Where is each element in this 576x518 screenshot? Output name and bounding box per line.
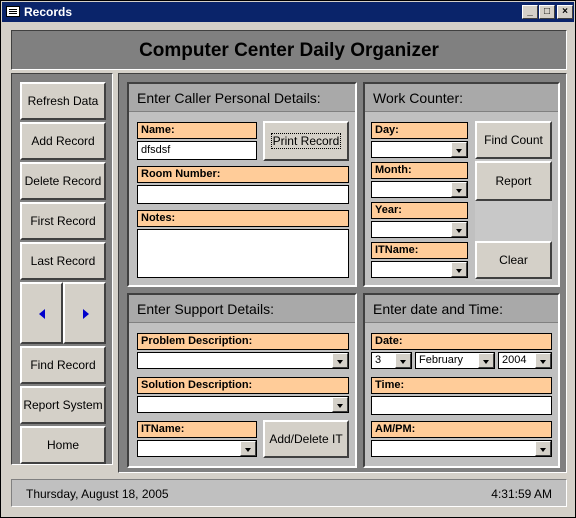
ampm-select[interactable] <box>371 440 552 457</box>
itname-select[interactable] <box>371 261 468 278</box>
name-label: Name: <box>137 122 257 139</box>
previous-record-button[interactable] <box>20 282 63 344</box>
delete-record-button[interactable]: Delete Record <box>20 162 106 200</box>
chevron-down-icon[interactable] <box>478 353 494 368</box>
chevron-down-icon[interactable] <box>395 353 411 368</box>
time-label: Time: <box>371 377 552 394</box>
status-date: Thursday, August 18, 2005 <box>26 487 169 501</box>
main-area: Enter Caller Personal Details: Name: dfs… <box>118 73 567 473</box>
support-itname-select[interactable] <box>137 440 257 457</box>
status-bar: Thursday, August 18, 2005 4:31:59 AM <box>11 479 567 507</box>
room-number-label: Room Number: <box>137 166 349 183</box>
problem-description-select[interactable] <box>137 352 349 369</box>
find-count-button[interactable]: Find Count <box>475 121 552 159</box>
support-itname-label: ITName: <box>137 421 257 438</box>
day-label: Day: <box>371 122 468 139</box>
chevron-down-icon[interactable] <box>332 397 348 412</box>
year-label: Year: <box>371 202 468 219</box>
work-counter-section: Work Counter: Day: Month: Year: ITName: … <box>363 82 560 287</box>
date-month-select[interactable]: February <box>415 352 495 369</box>
refresh-data-button[interactable]: Refresh Data <box>20 82 106 120</box>
date-day-value: 3 <box>375 354 382 366</box>
clear-button[interactable]: Clear <box>475 241 552 279</box>
support-details-heading: Enter Support Details: <box>129 295 355 323</box>
solution-description-label: Solution Description: <box>137 377 349 394</box>
status-time: 4:31:59 AM <box>491 487 552 501</box>
chevron-down-icon[interactable] <box>451 142 467 157</box>
home-button[interactable]: Home <box>20 426 106 464</box>
date-month-value: February <box>419 354 464 366</box>
navigation-panel: Refresh Data Add Record Delete Record Fi… <box>11 73 113 465</box>
print-record-button[interactable]: Print Record <box>263 121 349 161</box>
solution-description-select[interactable] <box>137 396 349 413</box>
form-icon <box>6 6 20 17</box>
minimize-button[interactable]: _ <box>522 5 538 19</box>
day-select[interactable] <box>371 141 468 158</box>
support-details-section: Enter Support Details: Problem Descripti… <box>127 293 357 468</box>
title-bar[interactable]: Records _ □ × <box>2 2 574 22</box>
chevron-down-icon[interactable] <box>451 262 467 277</box>
itname-label: ITName: <box>371 242 468 259</box>
chevron-down-icon[interactable] <box>535 353 551 368</box>
print-record-label: Print Record <box>270 133 342 149</box>
add-delete-it-button[interactable]: Add/Delete IT <box>263 420 349 458</box>
header-bar: Computer Center Daily Organizer <box>11 30 567 70</box>
date-time-heading: Enter date and Time: <box>365 295 558 323</box>
find-record-button[interactable]: Find Record <box>20 346 106 384</box>
chevron-down-icon[interactable] <box>451 182 467 197</box>
month-label: Month: <box>371 162 468 179</box>
chevron-down-icon[interactable] <box>535 441 551 456</box>
chevron-down-icon[interactable] <box>240 441 256 456</box>
time-field[interactable] <box>371 396 552 415</box>
notes-label: Notes: <box>137 210 349 227</box>
date-year-value: 2004 <box>502 354 527 366</box>
page-title: Computer Center Daily Organizer <box>139 40 439 61</box>
date-label: Date: <box>371 333 552 350</box>
chevron-down-icon[interactable] <box>332 353 348 368</box>
date-day-select[interactable]: 3 <box>371 352 412 369</box>
window-title: Records <box>24 5 73 19</box>
notes-field[interactable] <box>137 229 349 278</box>
next-record-button[interactable] <box>63 282 106 344</box>
name-field[interactable]: dfsdsf <box>137 141 257 160</box>
last-record-button[interactable]: Last Record <box>20 242 106 280</box>
room-number-field[interactable] <box>137 185 349 204</box>
chevron-down-icon[interactable] <box>451 222 467 237</box>
caller-details-heading: Enter Caller Personal Details: <box>129 84 355 112</box>
work-counter-heading: Work Counter: <box>365 84 558 112</box>
first-record-button[interactable]: First Record <box>20 202 106 240</box>
date-time-section: Enter date and Time: Date: 3 February 20… <box>363 293 560 468</box>
year-select[interactable] <box>371 221 468 238</box>
report-system-button[interactable]: Report System <box>20 386 106 424</box>
date-year-select[interactable]: 2004 <box>498 352 552 369</box>
month-select[interactable] <box>371 181 468 198</box>
maximize-button[interactable]: □ <box>539 5 555 19</box>
report-button[interactable]: Report <box>475 161 552 201</box>
close-button[interactable]: × <box>557 5 573 19</box>
arrow-left-icon <box>39 309 45 319</box>
caller-details-section: Enter Caller Personal Details: Name: dfs… <box>127 82 357 287</box>
ampm-label: AM/PM: <box>371 421 552 438</box>
arrow-right-icon <box>83 309 89 319</box>
problem-description-label: Problem Description: <box>137 333 349 350</box>
records-window: Records _ □ × Computer Center Daily Orga… <box>0 0 576 518</box>
add-record-button[interactable]: Add Record <box>20 122 106 160</box>
